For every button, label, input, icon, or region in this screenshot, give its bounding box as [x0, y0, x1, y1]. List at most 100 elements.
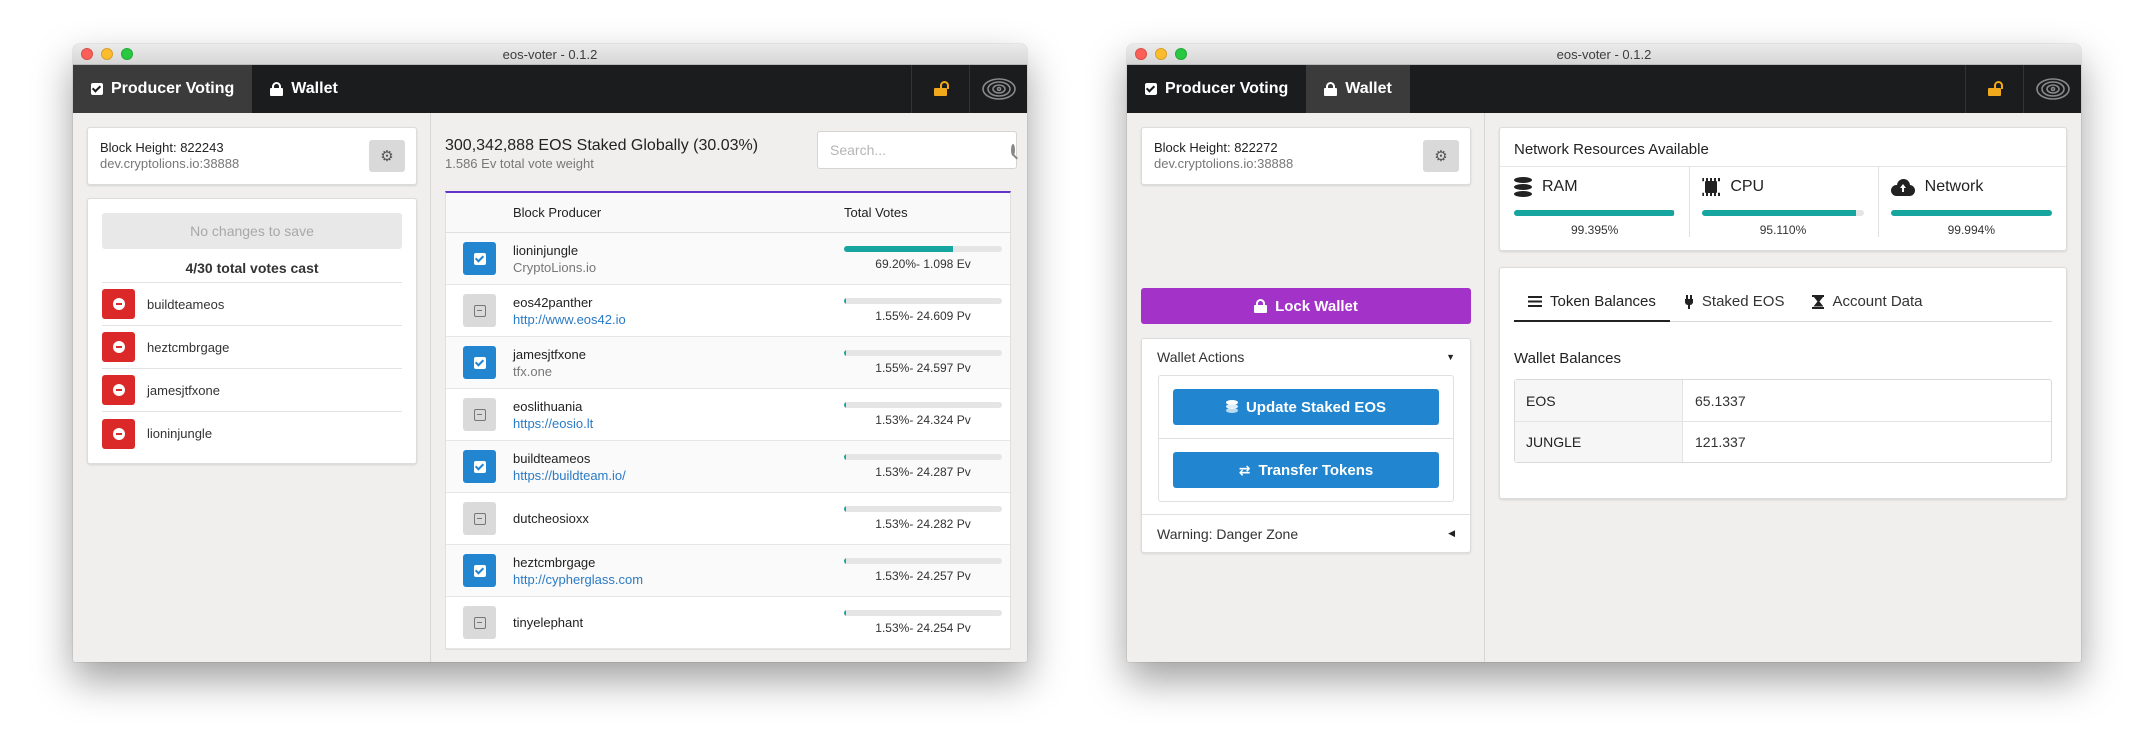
minus-square-icon: [473, 512, 486, 525]
search-input[interactable]: [830, 142, 1011, 158]
vote-toggle-unchecked[interactable]: [463, 606, 496, 639]
top-nav: Producer Voting Wallet: [1127, 65, 2081, 113]
votes-progress-bar: [844, 350, 1002, 356]
remove-vote-button[interactable]: [102, 289, 135, 319]
producer-url[interactable]: https://eosio.lt: [513, 416, 844, 431]
votes-progress-bar: [844, 558, 1002, 564]
tab-staked-eos[interactable]: Staked EOS: [1670, 282, 1799, 321]
search-icon[interactable]: [1011, 144, 1015, 156]
wallet-unlocked-button[interactable]: [911, 65, 969, 113]
unlock-icon: [934, 81, 949, 96]
voting-window: eos-voter - 0.1.2 Producer Voting Wallet…: [73, 44, 1027, 662]
resource-percent: 95.110%: [1759, 223, 1807, 237]
checkbox-icon: [1145, 83, 1157, 95]
minimize-window-button[interactable]: [1155, 48, 1167, 60]
tab-producer-voting[interactable]: Producer Voting: [1127, 65, 1306, 113]
table-row: eos42panther http://www.eos42.io 1.55%- 24…: [446, 285, 1010, 337]
votes-progress-fill: [844, 610, 847, 616]
column-header-producer[interactable]: Block Producer: [513, 205, 844, 220]
resource-cpu: CPU 95.110%: [1689, 167, 1877, 237]
update-staked-label: Update Staked EOS: [1245, 398, 1387, 416]
database-icon: [1514, 177, 1532, 197]
vote-toggle-checked[interactable]: [463, 346, 496, 379]
database-icon: [1225, 400, 1238, 414]
check-square-icon: [473, 460, 486, 473]
vote-toggle-unchecked[interactable]: [463, 294, 496, 327]
vote-toggle-unchecked[interactable]: [463, 398, 496, 431]
tab-wallet[interactable]: Wallet: [1306, 65, 1410, 113]
table-row: tinyelephant 1.53%- 24.254 Pv: [446, 597, 1010, 649]
resource-label: Network: [1924, 178, 1984, 195]
column-divider: [1484, 113, 1485, 662]
eos-logo-button[interactable]: [969, 65, 1027, 113]
producer-url[interactable]: https://buildteam.io/: [513, 468, 844, 483]
caret-left-icon: ◀: [1448, 528, 1455, 538]
resource-percent: 99.395%: [1570, 223, 1619, 237]
producers-table: Block Producer Total Votes lioninjungle C…: [445, 191, 1011, 650]
tab-producer-voting[interactable]: Producer Voting: [73, 65, 253, 113]
close-window-button[interactable]: [1135, 48, 1147, 60]
close-window-button[interactable]: [81, 48, 93, 60]
wallet-actions-title: Wallet Actions: [1157, 349, 1245, 365]
remove-vote-button[interactable]: [102, 375, 135, 405]
tab-wallet[interactable]: Wallet: [252, 65, 356, 113]
no-changes-button[interactable]: No changes to save: [102, 213, 402, 249]
producer-name: jamesjtfxone: [513, 346, 586, 362]
vote-toggle-checked[interactable]: [463, 242, 496, 275]
table-row: EOS 65.1337: [1515, 380, 2051, 421]
votes-cast-count: 4/30 total votes cast: [185, 260, 319, 276]
token-amount: 121.337: [1695, 434, 1746, 450]
column-header-votes[interactable]: Total Votes: [844, 205, 1010, 220]
minimize-window-button[interactable]: [101, 48, 113, 60]
votes-progress-bar: [844, 610, 1002, 616]
table-row: jamesjtfxone tfx.one 1.55%- 24.597 Pv: [446, 337, 1010, 389]
table-row: eoslithuania https://eosio.lt 1.53%- 24.32…: [446, 389, 1010, 441]
votes-progress-bar: [844, 246, 1002, 252]
wallet-balances-table: EOS 65.1337 JUNGLE 121.337: [1514, 379, 2052, 463]
votes-progress-fill: [844, 350, 847, 356]
producer-owner: tfx.one: [513, 363, 553, 379]
votes-text: 1.55%- 24.609 Pv: [875, 309, 971, 323]
gears-icon: ⚙: [1434, 148, 1448, 165]
table-row: lioninjungle CryptoLions.io 69.20%- 1.098 …: [446, 233, 1010, 285]
table-row: JUNGLE 121.337: [1515, 421, 2051, 462]
tab-account-data[interactable]: Account Data: [1798, 282, 1936, 321]
update-staked-eos-button[interactable]: Update Staked EOS: [1173, 389, 1439, 425]
lock-icon: [1324, 82, 1338, 96]
wallet-tabs-card: Token Balances Staked EOS Account Data W…: [1499, 267, 2067, 499]
list-item: lioninjungle: [102, 412, 402, 455]
producer-name: tinyelephant: [513, 615, 584, 630]
plug-icon: [1684, 294, 1694, 309]
eos-logo-button[interactable]: [2023, 65, 2081, 113]
tab-label: Token Balances: [1550, 292, 1656, 310]
list-icon: [1528, 295, 1542, 307]
settings-button[interactable]: ⚙: [369, 140, 405, 172]
danger-zone-header[interactable]: Warning: Danger Zone ◀: [1142, 514, 1470, 552]
token-symbol: JUNGLE: [1515, 422, 1683, 462]
table-row: heztcmbrgage http://cypherglass.com 1.53%-…: [446, 545, 1010, 597]
votes-text: 1.55%- 24.597 Pv: [875, 361, 971, 375]
transfer-tokens-button[interactable]: ⇄ Transfer Tokens: [1173, 452, 1439, 488]
transfer-tokens-label: Transfer Tokens: [1258, 461, 1374, 479]
remove-vote-button[interactable]: [102, 332, 135, 362]
cloud-upload-icon: [1890, 178, 1915, 196]
tab-token-balances[interactable]: Token Balances: [1514, 282, 1670, 322]
lock-icon: [270, 82, 284, 96]
settings-button[interactable]: ⚙: [1423, 140, 1459, 172]
zoom-window-button[interactable]: [121, 48, 133, 60]
minus-square-icon: [473, 408, 486, 421]
producer-url[interactable]: http://www.eos42.io: [513, 312, 844, 327]
zoom-window-button[interactable]: [1175, 48, 1187, 60]
wallet-actions-header[interactable]: Wallet Actions ▼: [1142, 339, 1470, 375]
vote-toggle-checked[interactable]: [463, 450, 496, 483]
votes-progress-fill: [844, 454, 847, 460]
vote-toggle-checked[interactable]: [463, 554, 496, 587]
votes-progress-fill: [844, 246, 954, 252]
caret-down-icon: ▼: [1446, 352, 1455, 362]
wallet-unlocked-button[interactable]: [1965, 65, 2023, 113]
remove-vote-button[interactable]: [102, 418, 135, 449]
vote-toggle-unchecked[interactable]: [463, 502, 496, 535]
node-address: dev.cryptolions.io:38888: [100, 156, 240, 171]
lock-wallet-button[interactable]: Lock Wallet: [1141, 288, 1471, 324]
producer-url[interactable]: http://cypherglass.com: [513, 572, 844, 587]
